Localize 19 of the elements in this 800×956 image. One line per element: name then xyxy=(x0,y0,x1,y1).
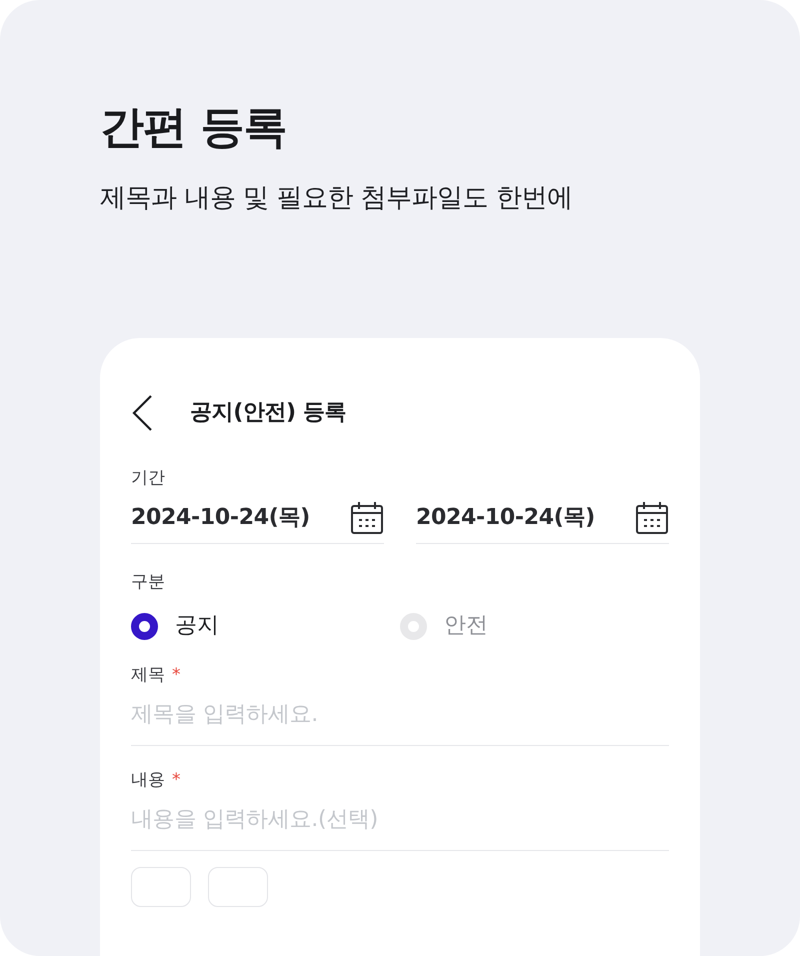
required-mark: * xyxy=(172,769,180,792)
field-label: 내용 xyxy=(131,769,165,792)
text-input[interactable]: 제목을 입력하세요. xyxy=(131,687,669,746)
date-field[interactable]: 2024-10-24(목) xyxy=(416,501,669,544)
page-subtitle: 제목과 내용 및 필요한 첨부파일도 한번에 xyxy=(100,182,572,215)
page-title: 간편 등록 xyxy=(100,101,288,155)
text-input[interactable]: 내용을 입력하세요.(선택) xyxy=(131,792,669,851)
required-mark: * xyxy=(172,664,180,687)
field-label: 기간 xyxy=(131,467,165,490)
field-label: 구분 xyxy=(131,571,165,594)
attachment-chip[interactable] xyxy=(131,867,191,907)
calendar-icon xyxy=(635,501,669,535)
field-label: 제목 xyxy=(131,664,165,687)
calendar-icon xyxy=(350,501,384,535)
attachment-chip[interactable] xyxy=(208,867,268,907)
date-field[interactable]: 2024-10-24(목) xyxy=(131,501,384,544)
form-title: 공지(안전) 등록 xyxy=(190,399,346,427)
radio-option[interactable]: 공지 xyxy=(131,611,219,641)
back-icon[interactable] xyxy=(131,394,153,432)
